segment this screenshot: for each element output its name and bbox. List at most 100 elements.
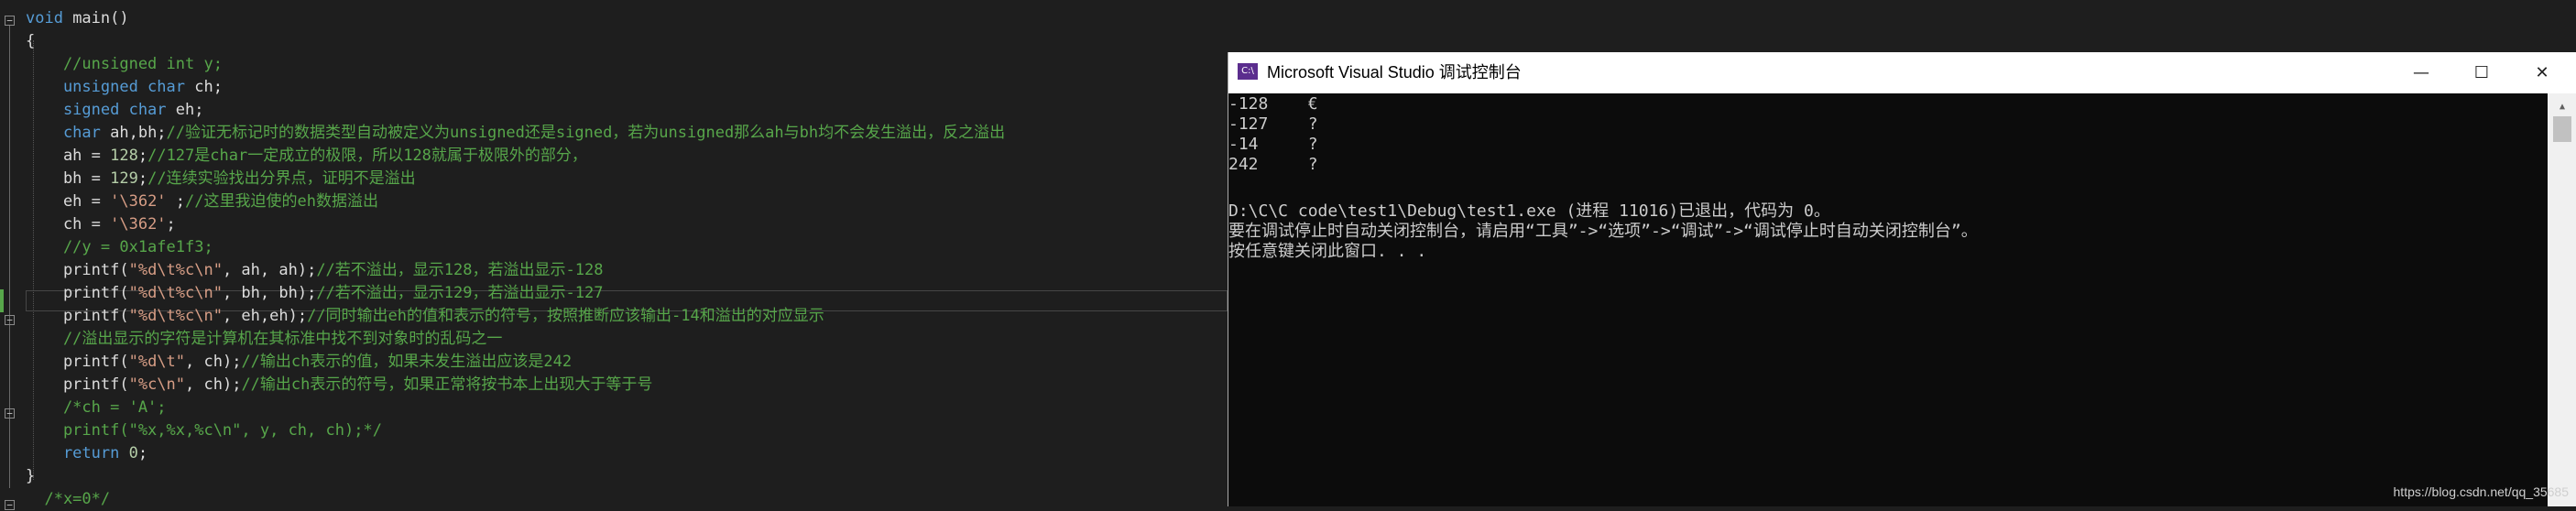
code-token: ch; — [185, 78, 223, 96]
fold-collapse-icon[interactable]: − — [5, 500, 15, 510]
code-token: //若不溢出，显示128，若溢出显示-128 — [316, 261, 604, 279]
code-token: //验证无标记时的数据类型自动被定义为unsigned还是signed，若为un… — [166, 124, 1006, 142]
code-token: "%c\n" — [128, 375, 186, 394]
code-line[interactable]: void main() — [26, 7, 129, 30]
code-token: //输出ch表示的值，如果未发生溢出应该是242 — [241, 353, 573, 371]
code-token: printf( — [26, 261, 129, 279]
code-line[interactable]: unsigned char ch; — [26, 76, 223, 99]
code-token: , eh,eh); — [222, 307, 308, 325]
code-token: ; — [166, 215, 176, 234]
window-titlebar[interactable]: C:\ Microsoft Visual Studio 调试控制台 — ☐ ✕ — [1228, 52, 2576, 93]
code-line[interactable]: ch = '\362'; — [26, 213, 176, 236]
code-token: ; — [137, 169, 148, 188]
code-token: , ch); — [185, 375, 242, 394]
code-line[interactable]: return 0; — [26, 442, 147, 465]
window-title: Microsoft Visual Studio 调试控制台 — [1267, 63, 1522, 82]
code-token: /*x=0*/ — [26, 490, 111, 508]
code-token: , bh, bh); — [222, 284, 317, 302]
code-token: , ch); — [185, 353, 242, 371]
code-token: 129 — [110, 169, 138, 188]
console-line: -127 ? — [1228, 114, 1318, 134]
code-token: //127是char一定成立的极限，所以128就属于极限外的部分， — [147, 147, 587, 165]
code-token: //若不溢出，显示129，若溢出显示-127 — [316, 284, 604, 302]
code-line[interactable]: printf("%d\t", ch);//输出ch表示的值，如果未发生溢出应该是… — [26, 351, 572, 374]
console-scrollbar[interactable] — [2548, 93, 2576, 506]
code-token: //同时输出eh的值和表示的符号，按照推断应该输出-14和溢出的对应显示 — [307, 307, 824, 325]
editor-gutter — [0, 0, 24, 506]
code-token: char — [26, 124, 101, 142]
console-line: 242 ? — [1228, 155, 1318, 174]
fold-collapse-icon[interactable]: − — [5, 16, 15, 26]
code-token: '\362' — [110, 215, 167, 234]
code-token: 0 — [128, 444, 138, 462]
console-line: 要在调试停止时自动关闭控制台，请启用“工具”->“选项”->“调试”->“调试停… — [1228, 222, 1978, 241]
code-token: printf( — [26, 307, 129, 325]
code-token: void — [26, 9, 63, 27]
code-line[interactable]: printf("%c\n", ch);//输出ch表示的符号，如果正常将按书本上… — [26, 374, 652, 397]
code-token: { — [26, 32, 36, 50]
code-token: printf( — [26, 284, 129, 302]
console-line: 按任意键关闭此窗口. . . — [1228, 242, 1427, 261]
code-token: eh = — [26, 192, 111, 211]
code-token: 128 — [110, 147, 138, 165]
code-line[interactable]: eh = '\362' ;//这里我迫使的eh数据溢出 — [26, 190, 378, 213]
code-token: //y = 0x1afe1f3; — [26, 238, 213, 256]
code-token: ; — [137, 444, 148, 462]
watermark-url: https://blog.csdn.net/qq_35685 — [2393, 484, 2569, 499]
console-app-icon: C:\ — [1238, 63, 1258, 80]
code-token: "%d\t%c\n" — [128, 261, 223, 279]
code-token: printf("%x,%x,%c\n", y, ch, ch);*/ — [26, 421, 382, 440]
code-token: return — [26, 444, 120, 462]
code-token: , ah, ah); — [222, 261, 317, 279]
code-token: } — [26, 467, 36, 485]
close-button[interactable]: ✕ — [2512, 52, 2572, 93]
code-token: ah,bh; — [100, 124, 167, 142]
code-line[interactable]: printf("%d\t%c\n", eh,eh);//同时输出eh的值和表示的… — [26, 305, 824, 328]
code-token: bh = — [26, 169, 111, 188]
code-token: //输出ch表示的符号，如果正常将按书本上出现大于等于号 — [241, 375, 653, 394]
code-line[interactable]: printf("%d\t%c\n", ah, ah);//若不溢出，显示128，… — [26, 259, 604, 282]
console-output[interactable]: -128 € -127 ? -14 ? 242 ? D:\C\C code\te… — [1228, 93, 2548, 506]
maximize-button[interactable]: ☐ — [2451, 52, 2512, 93]
scroll-up-arrow-icon[interactable]: ▲ — [2555, 100, 2570, 114]
code-line[interactable]: //unsigned int y; — [26, 53, 223, 76]
code-line[interactable]: /*x=0*/ — [26, 488, 110, 511]
code-token: "%d\t" — [128, 353, 186, 371]
scrollbar-thumb[interactable] — [2553, 116, 2571, 142]
code-line[interactable]: printf("%x,%x,%c\n", y, ch, ch);*/ — [26, 419, 382, 442]
code-token: "%d\t%c\n" — [128, 284, 223, 302]
fold-collapse-icon[interactable]: − — [5, 408, 15, 419]
code-token: //这里我迫使的eh数据溢出 — [185, 192, 378, 211]
change-marker — [0, 289, 4, 312]
code-token: printf( — [26, 353, 129, 371]
code-token: //溢出显示的字符是计算机在其标准中找不到对象时的乱码之一 — [26, 330, 503, 348]
code-line[interactable]: //溢出显示的字符是计算机在其标准中找不到对象时的乱码之一 — [26, 328, 502, 351]
code-line[interactable]: { — [26, 30, 35, 53]
code-token: ah = — [26, 147, 111, 165]
fold-collapse-icon[interactable]: − — [5, 315, 15, 325]
code-line[interactable]: } — [26, 465, 35, 488]
code-line[interactable]: ah = 128;//127是char一定成立的极限，所以128就属于极限外的部… — [26, 145, 587, 168]
code-token: //unsigned int y; — [26, 55, 223, 73]
code-token: signed char — [26, 101, 167, 119]
code-token: ; — [137, 147, 148, 165]
code-token: //连续实验找出分界点，证明不是溢出 — [147, 169, 416, 188]
code-token: "%d\t%c\n" — [128, 307, 223, 325]
code-line[interactable]: char ah,bh;//验证无标记时的数据类型自动被定义为unsigned还是… — [26, 122, 1005, 145]
code-token: ch = — [26, 215, 111, 234]
console-line: D:\C\C code\test1\Debug\test1.exe (进程 11… — [1228, 201, 1830, 221]
code-line[interactable]: /*ch = 'A'; — [26, 397, 167, 419]
code-line[interactable]: printf("%d\t%c\n", bh, bh);//若不溢出，显示129，… — [26, 282, 604, 305]
code-line[interactable]: //y = 0x1afe1f3; — [26, 236, 213, 259]
console-line: -14 ? — [1228, 135, 1318, 154]
minimize-button[interactable]: — — [2391, 52, 2451, 93]
code-token: /*ch = 'A'; — [26, 398, 167, 417]
code-token: main() — [62, 9, 129, 27]
debug-console-window[interactable]: C:\ Microsoft Visual Studio 调试控制台 — ☐ ✕ … — [1228, 52, 2576, 506]
code-editor[interactable]: − − − − void main() { //unsigned int y; u… — [0, 0, 1228, 510]
code-line[interactable]: signed char eh; — [26, 99, 204, 122]
code-token: ; — [166, 192, 186, 211]
code-line[interactable]: bh = 129;//连续实验找出分界点，证明不是溢出 — [26, 168, 416, 190]
code-token: printf( — [26, 375, 129, 394]
